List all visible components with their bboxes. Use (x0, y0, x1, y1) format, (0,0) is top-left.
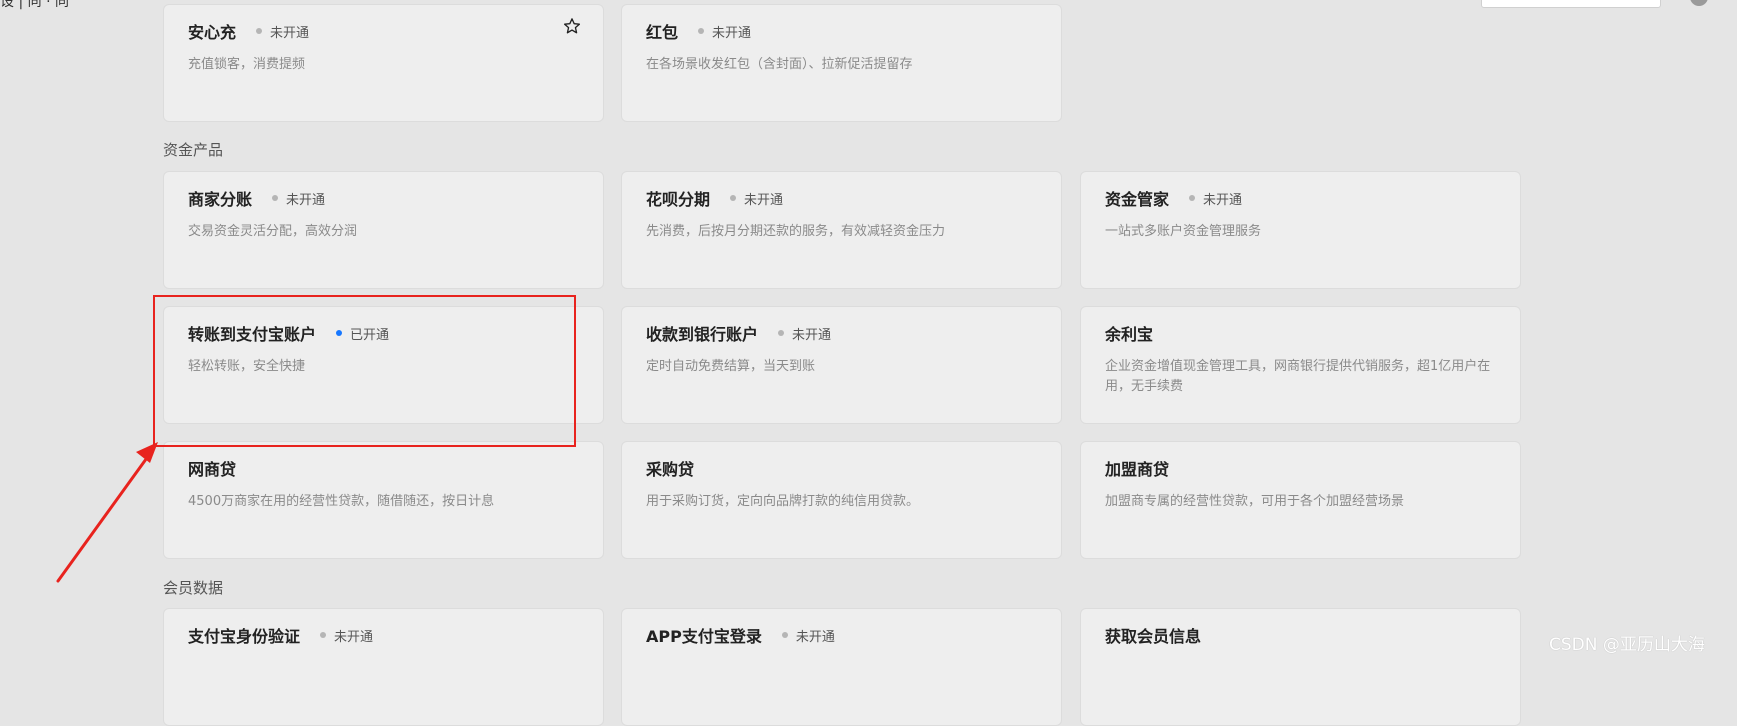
status-dot (778, 330, 785, 336)
product-card-shangjia-fenzhang[interactable]: 商家分账 未开通 交易资金灵活分配，高效分润 (163, 171, 604, 289)
status-dot (781, 632, 788, 638)
product-card-zijin-guanjia[interactable]: 资金管家 未开通 一站式多账户资金管理服务 (1080, 171, 1521, 289)
status-text: 未开通 (795, 629, 835, 645)
product-card-app-denglu[interactable]: APP支付宝登录 未开通 (621, 608, 1062, 726)
status-dot (730, 195, 737, 201)
card-title: 红包 (646, 23, 679, 42)
status-text: 未开通 (1203, 192, 1243, 208)
status-badge: 未开通 (272, 189, 325, 208)
product-card-shoukuan-yinhang[interactable]: 收款到银行账户 未开通 定时自动免费结算，当天到账 (621, 306, 1062, 424)
card-description: 4500万商家在用的经营性贷款，随借随还，按日计息 (188, 494, 495, 509)
card-title: APP支付宝登录 (646, 627, 762, 646)
card-description: 充值锁客，消费提频 (188, 57, 306, 72)
product-card-hongbao[interactable]: 红包 未开通 在各场景收发红包（含封面）、拉新促活提留存 (621, 4, 1062, 122)
card-title: 收款到银行账户 (646, 325, 759, 344)
product-card-anxinchong[interactable]: 安心充 未开通 充值锁客，消费提频 (163, 4, 604, 122)
status-badge: 未开通 (730, 189, 783, 208)
card-title: 获取会员信息 (1105, 627, 1202, 646)
product-card-huiyuan-xinxi[interactable]: 获取会员信息 (1080, 608, 1521, 726)
card-description: 先消费，后按月分期还款的服务，有效减轻资金压力 (646, 224, 946, 239)
status-text: 未开通 (270, 25, 310, 41)
status-dot (698, 28, 705, 34)
product-card-yulibao[interactable]: 余利宝 企业资金增值现金管理工具，网商银行提供代销服务，超1亿用户在用，无手续费 (1080, 306, 1521, 424)
card-title: 加盟商贷 (1105, 460, 1170, 479)
status-dot (272, 195, 279, 201)
card-description: 企业资金增值现金管理工具，网商银行提供代销服务，超1亿用户在用，无手续费 (1105, 359, 1491, 394)
card-description: 在各场景收发红包（含封面）、拉新促活提留存 (646, 57, 913, 72)
status-text: 未开通 (334, 629, 374, 645)
card-description: 加盟商专属的经营性贷款，可用于各个加盟经营场景 (1105, 494, 1405, 509)
card-title: 商家分账 (188, 190, 253, 209)
card-title: 网商贷 (188, 460, 237, 479)
status-badge: 未开通 (778, 324, 831, 343)
status-badge: 未开通 (1189, 189, 1242, 208)
card-description: 交易资金灵活分配，高效分润 (188, 224, 358, 239)
watermark: CSDN @亚历山大海 (1549, 635, 1705, 655)
status-badge: 未开通 (781, 626, 835, 645)
status-text: 未开通 (792, 327, 832, 343)
product-card-wangshangdai[interactable]: 网商贷 4500万商家在用的经营性贷款，随借随还，按日计息 (163, 441, 604, 559)
section-title-zijin: 资金产品 (163, 141, 224, 159)
status-dot (320, 632, 327, 638)
top-breadcrumb: 设 | 同 · 同 (0, 0, 69, 10)
card-title: 资金管家 (1105, 190, 1170, 209)
status-text: 未开通 (286, 192, 326, 208)
top-search-input[interactable] (1481, 0, 1661, 8)
status-badge: 未开通 (320, 626, 373, 645)
status-dot (256, 28, 263, 34)
status-text: 未开通 (712, 25, 752, 41)
card-title: 安心充 (188, 23, 237, 42)
card-title: 花呗分期 (646, 190, 711, 209)
section-title-huiyuan: 会员数据 (163, 579, 224, 597)
card-title: 余利宝 (1105, 325, 1154, 344)
card-description: 定时自动免费结算，当天到账 (646, 359, 816, 374)
product-card-jiameng-shangdai[interactable]: 加盟商贷 加盟商专属的经营性贷款，可用于各个加盟经营场景 (1080, 441, 1521, 559)
card-title: 支付宝身份验证 (188, 627, 301, 646)
status-badge: 未开通 (698, 22, 751, 41)
star-icon[interactable] (563, 17, 581, 35)
avatar[interactable] (1690, 0, 1708, 6)
card-description: 一站式多账户资金管理服务 (1105, 224, 1262, 239)
card-description: 用于采购订货，定向向品牌打款的纯信用贷款。 (646, 494, 920, 509)
status-dot (1189, 195, 1196, 201)
product-card-shenfen-yanzheng[interactable]: 支付宝身份验证 未开通 (163, 608, 604, 726)
product-card-caigoudai[interactable]: 采购贷 用于采购订货，定向向品牌打款的纯信用贷款。 (621, 441, 1062, 559)
status-badge: 未开通 (256, 22, 309, 41)
status-text: 未开通 (744, 192, 784, 208)
product-card-huabei-fenqi[interactable]: 花呗分期 未开通 先消费，后按月分期还款的服务，有效减轻资金压力 (621, 171, 1062, 289)
annotation-highlight-box (153, 295, 576, 447)
card-title: 采购贷 (646, 460, 695, 479)
